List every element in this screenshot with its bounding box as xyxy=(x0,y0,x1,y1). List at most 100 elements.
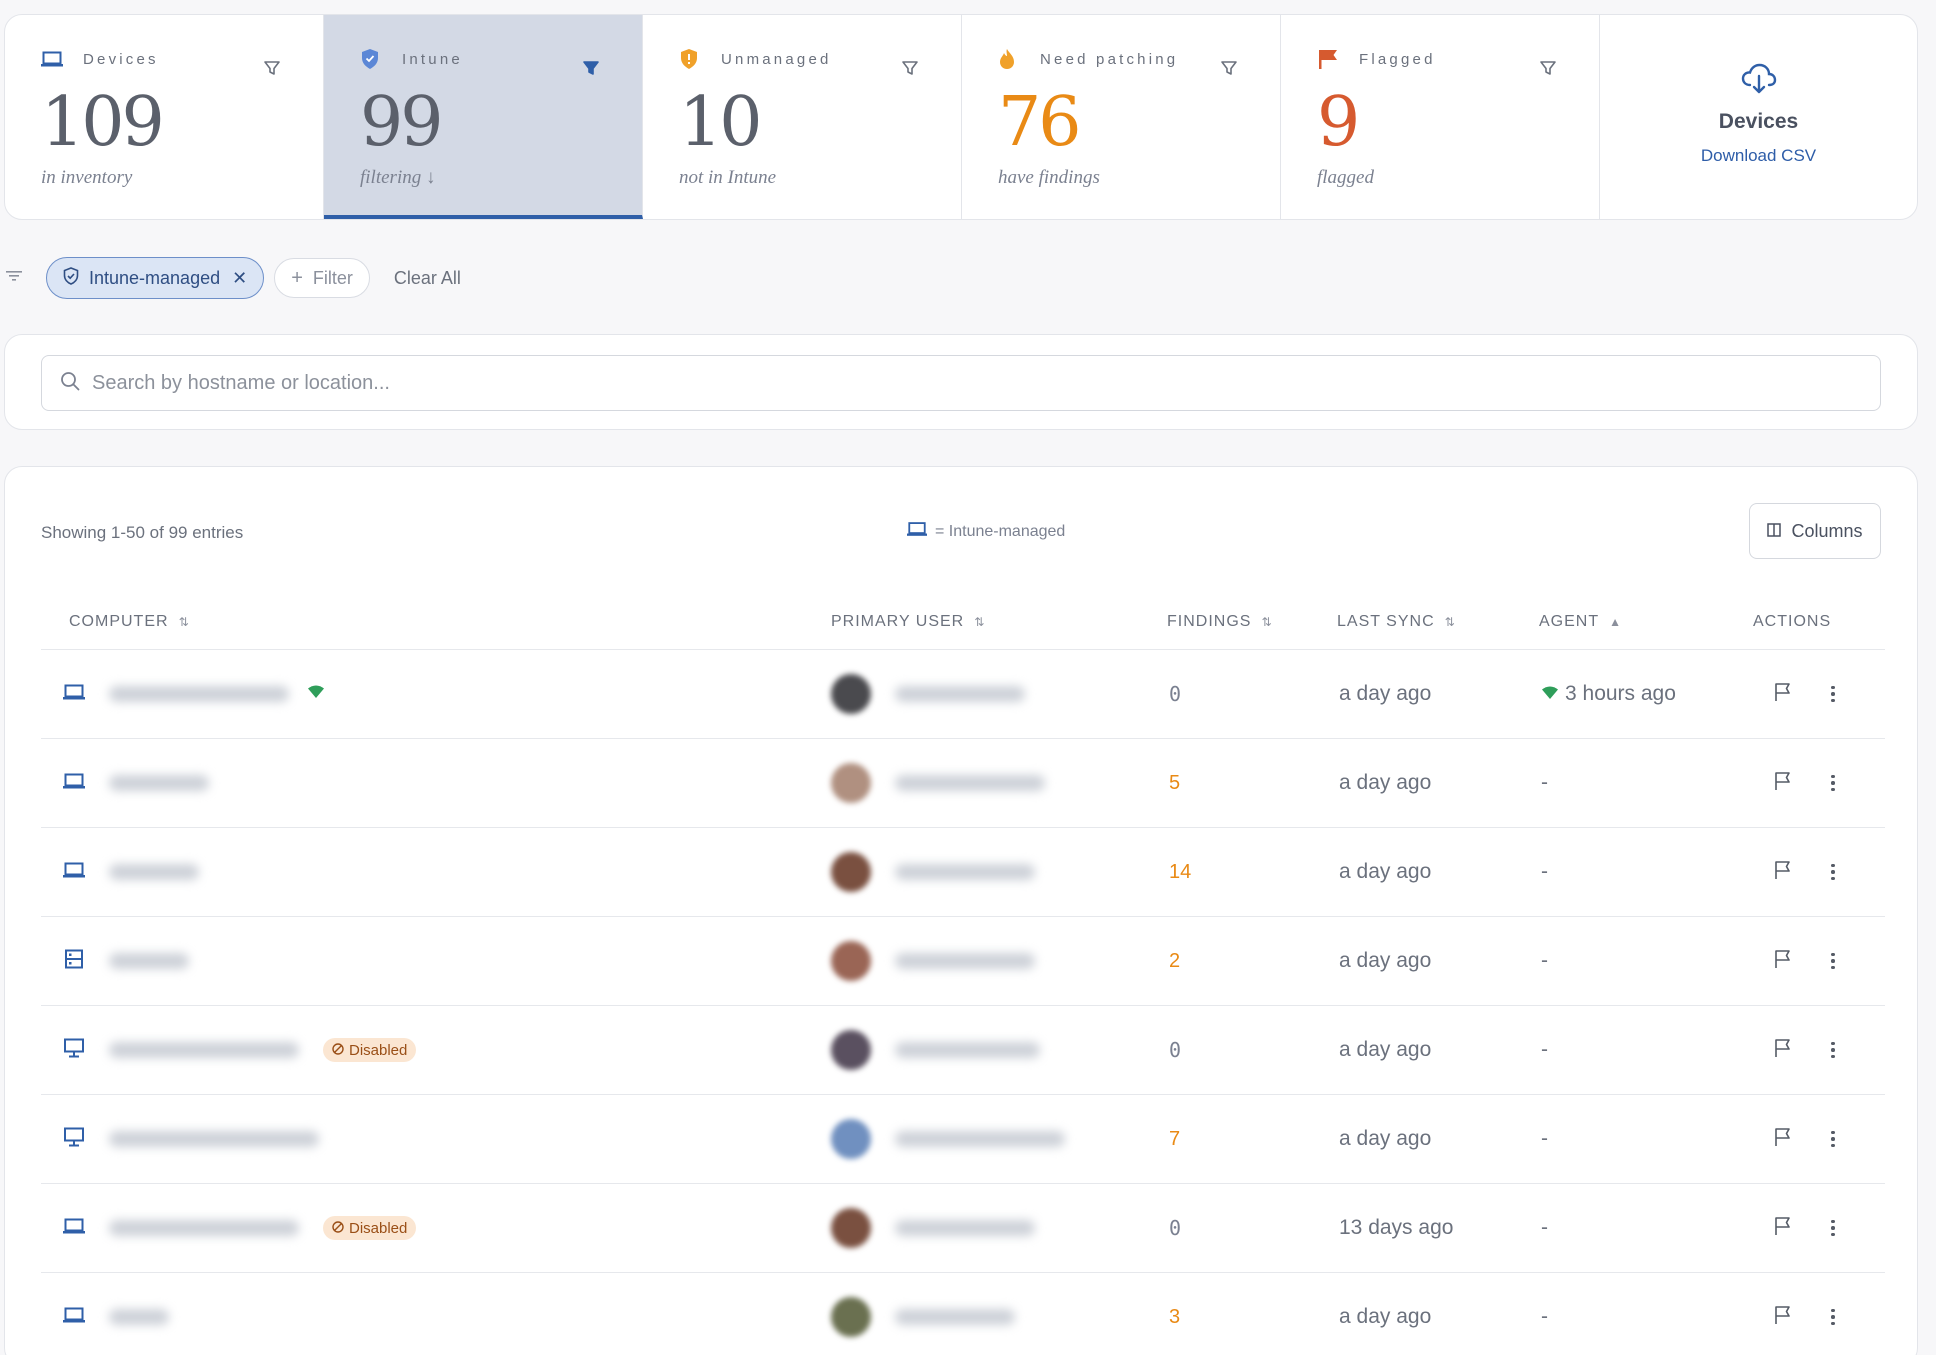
flag-button[interactable] xyxy=(1773,1273,1793,1355)
table-row[interactable]: Disabled 0 13 days ago - xyxy=(41,1184,1885,1273)
close-icon[interactable]: ✕ xyxy=(232,268,247,289)
user-redacted[interactable] xyxy=(895,686,1025,702)
col-last-sync[interactable]: LAST SYNC ⇅ xyxy=(1337,613,1455,631)
computer-cell xyxy=(63,1273,169,1355)
table-row[interactable]: 7 a day ago - xyxy=(41,1095,1885,1184)
agent-cell: - xyxy=(1541,1216,1548,1239)
agent-cell: - xyxy=(1541,1127,1548,1150)
shield-icon xyxy=(360,45,388,73)
hostname-redacted[interactable] xyxy=(109,1042,299,1058)
add-filter-button[interactable]: + Filter xyxy=(274,258,370,298)
hostname-redacted[interactable] xyxy=(109,953,189,969)
table-row[interactable]: 3 a day ago - xyxy=(41,1273,1885,1355)
agent-cell: - xyxy=(1541,949,1548,972)
col-computer[interactable]: COMPUTER ⇅ xyxy=(69,613,189,631)
computer-cell xyxy=(63,650,325,738)
sort-icon: ⇅ xyxy=(974,615,985,629)
flag-button[interactable] xyxy=(1773,917,1793,1005)
columns-button[interactable]: Columns xyxy=(1749,503,1881,559)
flag-button[interactable] xyxy=(1773,739,1793,827)
col-label: ACTIONS xyxy=(1753,613,1832,630)
funnel-icon[interactable] xyxy=(901,59,923,81)
hostname-redacted[interactable] xyxy=(109,1131,319,1147)
wifi-icon xyxy=(307,685,325,704)
col-findings[interactable]: FINDINGS ⇅ xyxy=(1167,613,1272,631)
last-sync-cell: a day ago xyxy=(1339,1305,1432,1328)
filter-lines-icon[interactable] xyxy=(6,269,22,288)
search-box[interactable] xyxy=(41,355,1881,411)
more-options-button[interactable] xyxy=(1831,917,1835,1005)
stat-value: 76 xyxy=(998,83,1082,162)
findings-cell: 5 xyxy=(1169,771,1181,794)
hostname-redacted[interactable] xyxy=(109,864,199,880)
table-row[interactable]: Disabled 0 a day ago - xyxy=(41,1006,1885,1095)
more-options-button[interactable] xyxy=(1831,739,1835,827)
flag-button[interactable] xyxy=(1773,1006,1793,1094)
flag-button[interactable] xyxy=(1773,650,1793,738)
hostname-redacted[interactable] xyxy=(109,1309,169,1325)
flag-button[interactable] xyxy=(1773,1184,1793,1272)
stat-card-unmanaged[interactable]: Unmanaged 10 not in Intune xyxy=(643,15,962,219)
kebab-icon xyxy=(1831,863,1835,881)
cloud-download-icon[interactable] xyxy=(1741,63,1777,100)
flag-button[interactable] xyxy=(1773,828,1793,916)
stat-subtitle: flagged xyxy=(1317,167,1374,188)
ban-icon xyxy=(332,1220,344,1237)
funnel-icon[interactable] xyxy=(1220,59,1242,81)
badge-label: Disabled xyxy=(349,1219,408,1237)
user-redacted[interactable] xyxy=(895,1042,1040,1058)
disabled-badge: Disabled xyxy=(323,1216,417,1240)
col-agent[interactable]: AGENT ▲ xyxy=(1539,613,1621,631)
clear-all-button[interactable]: Clear All xyxy=(394,268,461,289)
computer-cell xyxy=(63,1095,319,1183)
last-sync-cell: a day ago xyxy=(1339,682,1432,705)
plus-icon: + xyxy=(291,266,303,289)
last-sync-cell: 13 days ago xyxy=(1339,1216,1454,1239)
table-row[interactable]: 0 a day ago 3 hours ago xyxy=(41,650,1885,739)
user-redacted[interactable] xyxy=(895,1220,1035,1236)
table-row[interactable]: 5 a day ago - xyxy=(41,739,1885,828)
col-primary-user[interactable]: PRIMARY USER ⇅ xyxy=(831,613,984,631)
avatar xyxy=(831,1119,871,1159)
kebab-icon xyxy=(1831,952,1835,970)
download-csv-link[interactable]: Download CSV xyxy=(1701,146,1816,166)
funnel-icon[interactable] xyxy=(1539,59,1561,81)
last-sync-cell: a day ago xyxy=(1339,771,1432,794)
findings-cell: 14 xyxy=(1169,860,1192,883)
more-options-button[interactable] xyxy=(1831,1273,1835,1355)
more-options-button[interactable] xyxy=(1831,1184,1835,1272)
user-redacted[interactable] xyxy=(895,1131,1065,1147)
more-options-button[interactable] xyxy=(1831,1006,1835,1094)
col-label: PRIMARY USER xyxy=(831,613,965,630)
stat-card-devices[interactable]: Devices 109 in inventory xyxy=(5,15,324,219)
hostname-redacted[interactable] xyxy=(109,686,289,702)
stat-card-need-patching[interactable]: Need patching 76 have findings xyxy=(962,15,1281,219)
table-row[interactable]: 2 a day ago - xyxy=(41,917,1885,1006)
flag-button[interactable] xyxy=(1773,1095,1793,1183)
funnel-icon[interactable] xyxy=(263,59,285,81)
user-cell xyxy=(831,1184,1035,1272)
table-row[interactable]: 14 a day ago - xyxy=(41,828,1885,917)
user-redacted[interactable] xyxy=(895,864,1035,880)
more-options-button[interactable] xyxy=(1831,650,1835,738)
user-redacted[interactable] xyxy=(895,775,1045,791)
kebab-icon xyxy=(1831,1308,1835,1326)
desktop-icon xyxy=(63,1127,85,1152)
stat-card-flagged[interactable]: Flagged 9 flagged xyxy=(1281,15,1600,219)
kebab-icon xyxy=(1831,774,1835,792)
download-card: Devices Download CSV xyxy=(1600,15,1917,219)
last-sync-cell: a day ago xyxy=(1339,1038,1432,1061)
more-options-button[interactable] xyxy=(1831,828,1835,916)
active-filter-chip[interactable]: Intune-managed ✕ xyxy=(46,257,265,299)
avatar xyxy=(831,941,871,981)
user-redacted[interactable] xyxy=(895,953,1035,969)
hostname-redacted[interactable] xyxy=(109,775,209,791)
more-options-button[interactable] xyxy=(1831,1095,1835,1183)
hostname-redacted[interactable] xyxy=(109,1220,299,1236)
search-input[interactable] xyxy=(92,371,1792,395)
funnel-filled-icon[interactable] xyxy=(582,59,604,81)
stat-card-intune[interactable]: Intune 99 filtering ↓ xyxy=(324,15,643,219)
stat-label: Intune xyxy=(402,50,463,68)
user-redacted[interactable] xyxy=(895,1309,1015,1325)
computer-cell xyxy=(63,828,199,916)
